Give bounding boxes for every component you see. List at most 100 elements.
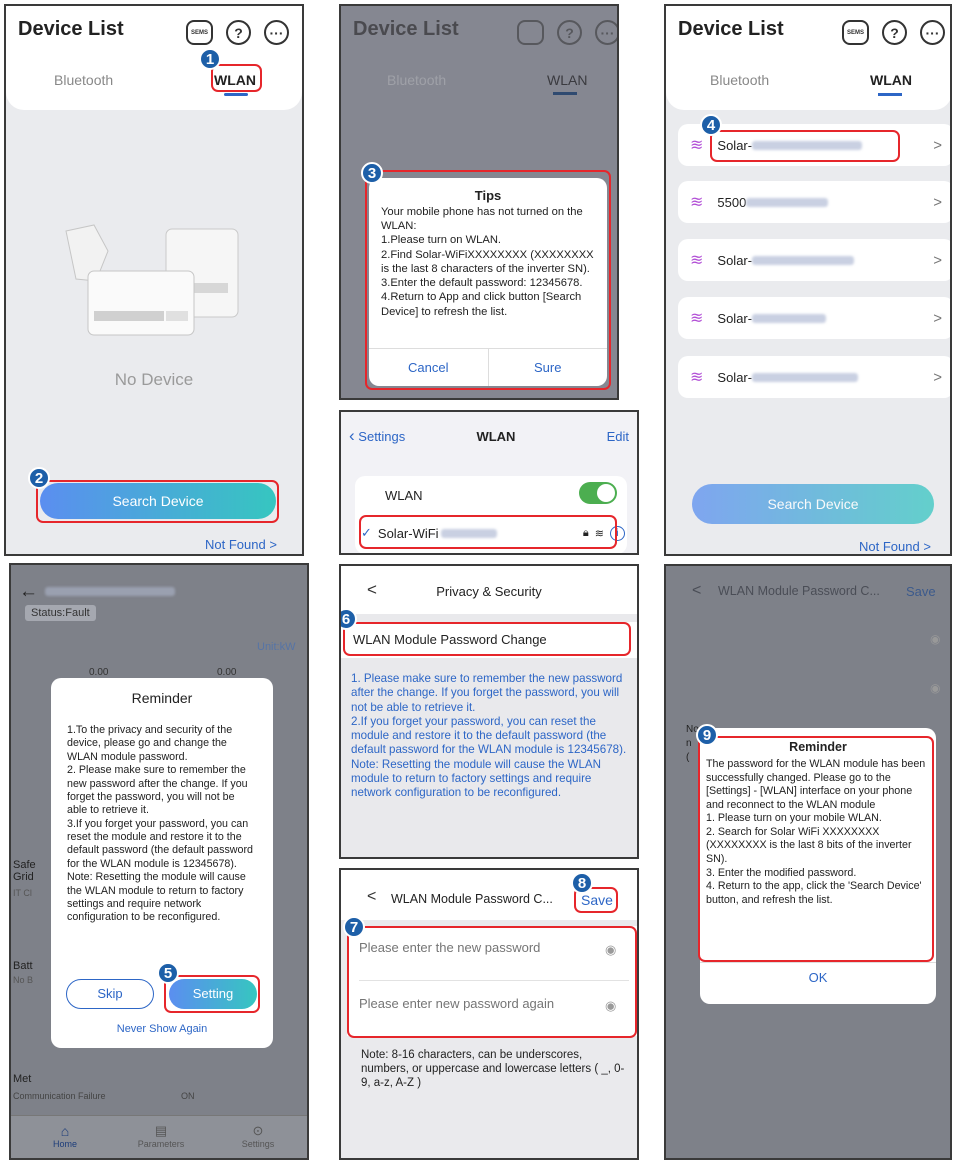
eye-icon: ◉: [930, 632, 941, 646]
back-button[interactable]: <: [367, 888, 376, 906]
highlight-password-change: [343, 622, 631, 656]
wifi-icon: ≋: [690, 310, 704, 327]
tab-bluetooth: Bluetooth: [387, 72, 447, 88]
bg-meter: Met: [13, 1073, 32, 1085]
tab-wlan[interactable]: WLAN: [870, 72, 912, 88]
tab-underline: [224, 93, 248, 96]
help-icon[interactable]: ?: [226, 20, 251, 45]
nav-title: WLAN Module Password C...: [718, 584, 880, 598]
tab-underline: [878, 93, 902, 96]
panel-privacy-security: < Privacy & Security WLAN Module Passwor…: [339, 564, 639, 859]
wlan-toggle[interactable]: [579, 482, 617, 504]
bg-note-2: n: [686, 738, 692, 749]
chevron-right-icon: >: [933, 251, 942, 269]
bg-on: ON: [181, 1091, 195, 1101]
device-name: Solar-: [717, 369, 753, 385]
chevron-right-icon: >: [933, 368, 942, 386]
panel-reminder-success: < WLAN Module Password C... Save ◉ ◉ No …: [664, 564, 952, 1160]
header-actions: SEMS ? ···: [186, 20, 289, 45]
step-badge-5: 5: [157, 962, 179, 984]
more-icon: ⊙: [252, 1123, 264, 1138]
device-row[interactable]: ≋ Solar- >: [678, 297, 950, 339]
panel-reminder-privacy: ← Status:Fault Unit:kW 0.00 0.00 Safe Gr…: [9, 563, 309, 1160]
password-note: 1. Please make sure to remember the new …: [351, 672, 627, 799]
wifi-icon: ≋: [690, 194, 704, 211]
panel-device-list-found: Device List SEMS ? ··· Bluetooth WLAN ≋ S…: [664, 4, 952, 556]
step-badge-4: 4: [700, 114, 722, 136]
not-found-link[interactable]: Not Found >: [205, 537, 277, 552]
panel-device-list-empty: Device List SEMS ? ··· Bluetooth WLAN 1 …: [4, 4, 304, 556]
highlight-wlan-tab: [211, 64, 262, 92]
nav-title: Privacy & Security: [436, 584, 542, 599]
highlight-password-fields: [347, 926, 637, 1038]
back-arrow-icon[interactable]: ←: [19, 581, 38, 603]
header-actions: SEMS ? ···: [842, 20, 945, 45]
device-name: 5500: [717, 194, 747, 210]
never-show-again-link[interactable]: Never Show Again: [51, 1023, 273, 1035]
page-title: Device List: [353, 18, 459, 40]
highlight-setting-button: [164, 975, 260, 1013]
cloud-icon: [517, 20, 544, 45]
device-name: Solar-: [717, 310, 753, 326]
cloud-icon[interactable]: SEMS: [186, 20, 213, 45]
dialog-divider: [700, 962, 936, 963]
edit-button[interactable]: Edit: [607, 429, 629, 444]
highlight-tips-dialog: [365, 170, 611, 390]
step-badge-2: 2: [28, 467, 50, 489]
tab-wlan: WLAN: [547, 72, 588, 88]
bg-grid: Grid: [13, 871, 34, 883]
page-title: Device List: [18, 18, 124, 40]
bg-communication: Communication Failure: [13, 1091, 106, 1101]
ok-button[interactable]: OK: [700, 970, 936, 985]
chevron-right-icon: >: [933, 193, 942, 211]
more-icon[interactable]: ···: [920, 20, 945, 45]
device-illustration: [65, 224, 239, 336]
tab-bluetooth[interactable]: Bluetooth: [54, 72, 113, 88]
nav-settings[interactable]: ⊙ Settings: [233, 1123, 283, 1149]
bg-it: IT Cl: [13, 888, 32, 898]
back-to-settings[interactable]: ‹ Settings: [349, 426, 405, 446]
value-1: 0.00: [89, 667, 109, 678]
highlight-search-button: [36, 480, 279, 523]
bg-battery: Batt: [13, 960, 33, 972]
empty-state-label: No Device: [114, 370, 194, 389]
save-button[interactable]: Save: [906, 584, 936, 599]
highlight-reminder: [698, 736, 934, 962]
back-label: Settings: [358, 429, 406, 444]
chevron-right-icon: >: [933, 309, 942, 327]
wifi-icon: ≋: [690, 252, 704, 269]
skip-button[interactable]: Skip: [66, 979, 154, 1009]
not-found-link[interactable]: Not Found >: [859, 539, 931, 554]
cloud-icon[interactable]: SEMS: [842, 20, 869, 45]
nav-params-label: Parameters: [137, 1139, 185, 1149]
device-row[interactable]: ≋ Solar- >: [678, 356, 950, 398]
help-icon[interactable]: ?: [882, 20, 907, 45]
device-name: Solar-: [717, 252, 753, 268]
nav-home[interactable]: ⌂ Home: [45, 1123, 85, 1149]
nav-home-label: Home: [52, 1139, 77, 1149]
device-row[interactable]: ≋ Solar- >: [678, 239, 950, 281]
home-icon: ⌂: [60, 1123, 70, 1139]
nav-title: WLAN Module Password C...: [391, 892, 553, 906]
eye-icon: ◉: [930, 681, 941, 695]
device-row[interactable]: ≋ 5500 >: [678, 181, 950, 223]
panel-change-password: < WLAN Module Password C... Save 8 ◉ ◉ 7…: [339, 868, 639, 1160]
step-badge-8: 8: [571, 872, 593, 894]
page-title: Device List: [678, 18, 784, 40]
back-button[interactable]: <: [692, 582, 701, 600]
value-2: 0.00: [217, 667, 237, 678]
more-icon: ···: [595, 20, 617, 45]
nav-parameters[interactable]: ▤ Parameters: [131, 1123, 191, 1149]
more-icon[interactable]: ···: [264, 20, 289, 45]
tab-bluetooth[interactable]: Bluetooth: [710, 72, 769, 88]
search-device-button[interactable]: Search Device: [692, 484, 934, 524]
chevron-right-icon: >: [933, 136, 942, 154]
header-actions: ? ···: [517, 20, 617, 45]
bg-note-3: (: [686, 752, 690, 763]
wifi-icon: ≋: [690, 369, 704, 386]
nav-bar: ‹ Settings WLAN Edit: [341, 426, 637, 446]
panel-ios-wlan-settings: ‹ Settings WLAN Edit WLAN ✓ Solar-WiFi 🔒…: [339, 410, 639, 555]
chevron-left-icon: ‹: [349, 426, 355, 445]
bg-no-battery: No B: [13, 975, 34, 985]
reminder-body: 1.To the privacy and security of the dev…: [67, 724, 253, 924]
